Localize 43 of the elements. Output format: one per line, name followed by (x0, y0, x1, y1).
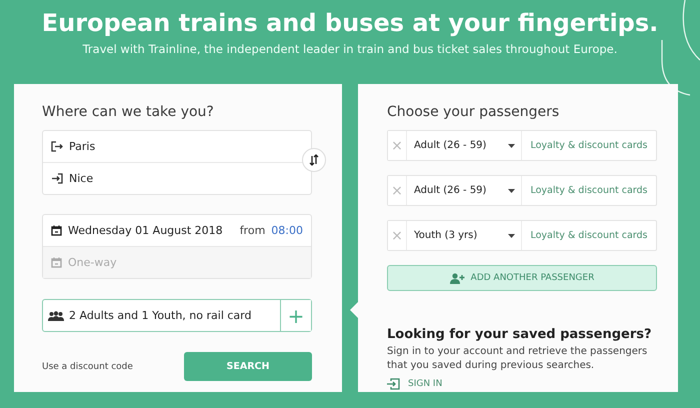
caret-icon (508, 144, 515, 148)
saved-heading: Looking for your saved passengers? (387, 327, 653, 342)
cards-link[interactable]: Loyalty & discount cards (522, 176, 656, 205)
remove-button[interactable]: × (388, 221, 407, 250)
time-text[interactable]: 08:00 (271, 224, 303, 237)
discount-link[interactable]: Use a discount code (42, 362, 133, 372)
departure-icon (51, 141, 63, 152)
saved-text: Sign in to your account and retrieve the passengers that you saved during previous searches. (387, 345, 648, 373)
sign-in-icon (387, 378, 400, 390)
passengers-heading: Choose your passengers (387, 104, 560, 120)
add-person-icon (450, 272, 465, 284)
date-field[interactable]: Wednesday 01 August 2018 from 08:00 (43, 215, 311, 246)
sign-in-link[interactable]: SIGN IN (387, 378, 442, 390)
add-button[interactable]: + (280, 300, 311, 331)
journey-heading: Where can we take you? (42, 104, 215, 120)
route-field[interactable]: Paris Nice (42, 130, 312, 195)
arrival-icon (51, 173, 63, 184)
caret-icon (508, 188, 515, 192)
calendar-icon (51, 257, 62, 268)
remove-button[interactable]: × (388, 131, 407, 160)
return-field[interactable]: One-way (43, 246, 311, 278)
swap-button[interactable] (302, 148, 326, 172)
origin-text: Paris (69, 140, 96, 153)
passenger-type-select[interactable]: Youth (3 yrs) (407, 221, 522, 250)
cards-link[interactable]: Loyalty & discount cards (522, 131, 656, 160)
calendar-icon (51, 225, 62, 236)
passenger-type-select[interactable]: Adult (26 - 59) (407, 131, 522, 160)
time-label: from (240, 224, 266, 237)
return-placeholder: One-way (68, 256, 117, 269)
passenger-type-select[interactable]: Adult (26 - 59) (407, 176, 522, 205)
passengers-field[interactable]: 2 Adults and 1 Youth, no rail card + (42, 299, 312, 332)
hero-subtitle: Travel with Trainline, the independent leader in train and bus ticket sales throughout Europe. (82, 42, 618, 56)
passengers-summary: 2 Adults and 1 Youth, no rail card (69, 309, 252, 322)
caret-icon (508, 234, 515, 238)
search-button[interactable]: SEARCH (184, 352, 312, 381)
add-passenger-button[interactable]: ADD ANOTHER PASSENGER (387, 265, 657, 291)
swap-icon (309, 154, 319, 166)
destination-text: Nice (69, 172, 94, 185)
remove-button[interactable]: × (388, 176, 407, 205)
hero-title: European trains and buses at your fingertips. (40, 8, 660, 38)
cards-link[interactable]: Loyalty & discount cards (522, 221, 656, 250)
date-text: Wednesday 01 August 2018 (68, 224, 224, 237)
people-icon (48, 310, 64, 320)
